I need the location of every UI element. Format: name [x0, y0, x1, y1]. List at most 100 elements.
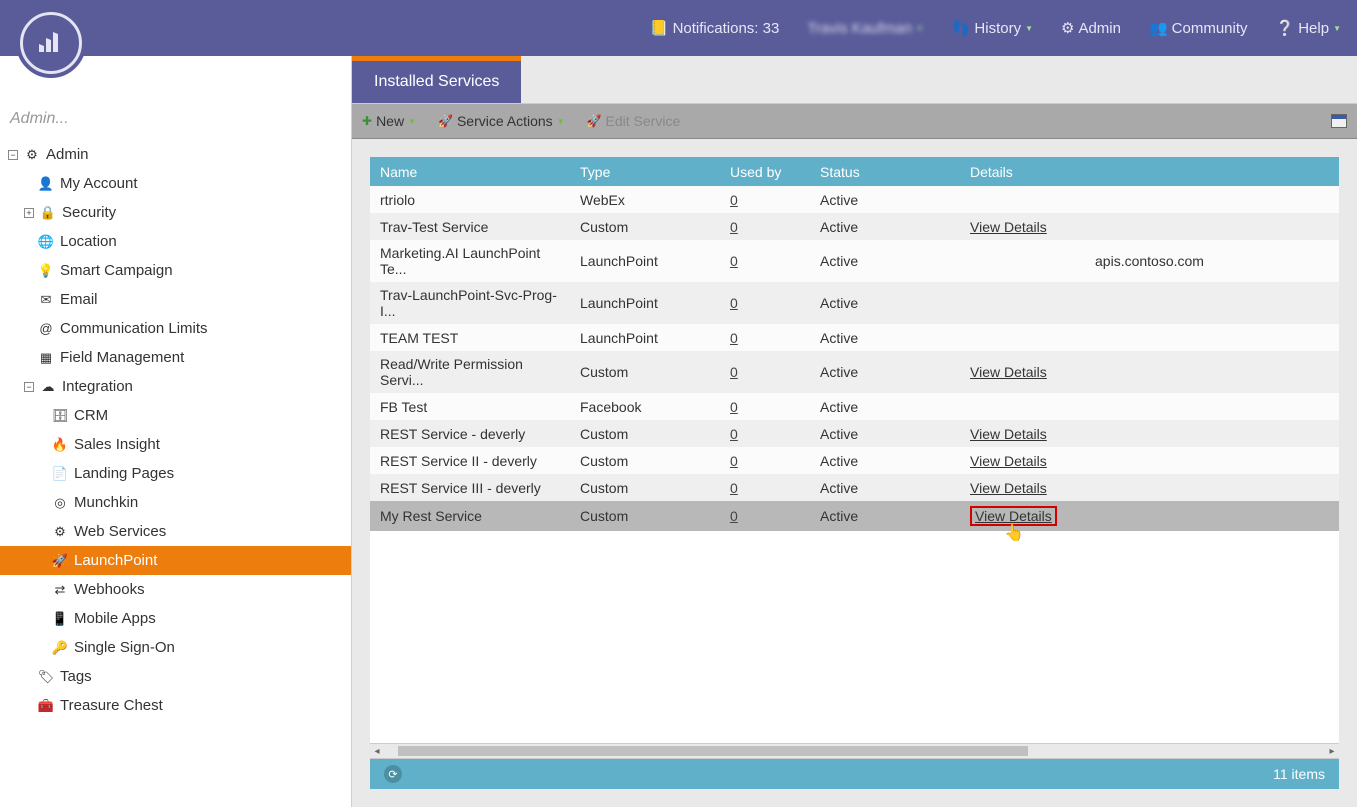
- cell-status: Active: [810, 186, 960, 213]
- tree-sso[interactable]: 🔑 Single Sign-On: [0, 633, 351, 662]
- tree-smart-campaign[interactable]: 💡 Smart Campaign: [0, 256, 351, 285]
- tree-security[interactable]: + 🔒 Security: [0, 198, 351, 227]
- scroll-thumb[interactable]: [398, 746, 1028, 756]
- refresh-button[interactable]: ⟳: [384, 765, 402, 783]
- used-by-link[interactable]: 0: [730, 330, 738, 346]
- tree-location[interactable]: 🌐 Location: [0, 227, 351, 256]
- view-details-link[interactable]: View Details: [970, 219, 1047, 235]
- table-row[interactable]: FB TestFacebook0Active: [370, 393, 1339, 420]
- table-row[interactable]: rtrioloWebEx0Active: [370, 186, 1339, 213]
- item-count: 11 items: [1273, 766, 1325, 782]
- sidebar: Admin... − ⚙ Admin 👤 My Account + 🔒 Secu…: [0, 56, 352, 807]
- col-type[interactable]: Type: [570, 157, 720, 186]
- admin-link[interactable]: ⚙Admin: [1061, 19, 1121, 37]
- help-link[interactable]: ❔Help▼: [1276, 19, 1341, 37]
- tree-comm-limits[interactable]: @ Communication Limits: [0, 314, 351, 343]
- col-status[interactable]: Status: [810, 157, 960, 186]
- cell-type: LaunchPoint: [570, 240, 720, 282]
- cell-status: Active: [810, 213, 960, 240]
- used-by-link[interactable]: 0: [730, 508, 738, 524]
- used-by-link[interactable]: 0: [730, 295, 738, 311]
- tree-field-mgmt[interactable]: ▦ Field Management: [0, 343, 351, 372]
- table-row[interactable]: Marketing.AI LaunchPoint Te...LaunchPoin…: [370, 240, 1339, 282]
- rocket-icon: 🚀: [438, 114, 453, 128]
- people-icon: 👥: [1149, 19, 1168, 37]
- tree-email[interactable]: ✉ Email: [0, 285, 351, 314]
- chevron-down-icon: ▼: [408, 117, 416, 126]
- col-details[interactable]: Details: [960, 157, 1339, 186]
- tree-mobile-apps[interactable]: 📱 Mobile Apps: [0, 604, 351, 633]
- cell-type: Custom: [570, 420, 720, 447]
- fire-icon: 🔥: [52, 437, 68, 453]
- tree-treasure-chest[interactable]: 🧰 Treasure Chest: [0, 691, 351, 720]
- table-row[interactable]: REST Service II - deverlyCustom0ActiveVi…: [370, 447, 1339, 474]
- new-button[interactable]: ✚ New ▼: [362, 113, 416, 129]
- tree-launchpoint[interactable]: 🚀 LaunchPoint: [0, 546, 351, 575]
- collapse-icon[interactable]: −: [24, 382, 34, 392]
- tree-integration[interactable]: − ☁ Integration: [0, 372, 351, 401]
- col-used-by[interactable]: Used by: [720, 157, 810, 186]
- tree-label: My Account: [60, 175, 138, 192]
- tab-label: Installed Services: [374, 73, 499, 91]
- tree-tags[interactable]: 🏷 Tags: [0, 662, 351, 691]
- tree-munchkin[interactable]: ◎ Munchkin: [0, 488, 351, 517]
- table-row[interactable]: REST Service - deverlyCustom0ActiveView …: [370, 420, 1339, 447]
- used-by-link[interactable]: 0: [730, 253, 738, 269]
- expand-icon[interactable]: +: [24, 208, 34, 218]
- tree-web-services[interactable]: ⚙ Web Services: [0, 517, 351, 546]
- tree-root-admin[interactable]: − ⚙ Admin: [0, 140, 351, 169]
- service-actions-label: Service Actions: [457, 113, 553, 129]
- collapse-icon[interactable]: −: [8, 150, 18, 160]
- person-icon: 👤: [38, 176, 54, 192]
- user-menu[interactable]: Travis Kaufman▼: [807, 20, 923, 37]
- cell-used-by: 0: [720, 447, 810, 474]
- tree-label: Tags: [60, 668, 92, 685]
- search-input[interactable]: Admin...: [0, 96, 351, 134]
- view-details-link[interactable]: View Details: [970, 453, 1047, 469]
- used-by-link[interactable]: 0: [730, 453, 738, 469]
- cell-status: Active: [810, 474, 960, 501]
- notifications-link[interactable]: 📒Notifications: 33: [650, 19, 779, 37]
- history-link[interactable]: 👣History▼: [952, 19, 1033, 37]
- tree-my-account[interactable]: 👤 My Account: [0, 169, 351, 198]
- used-by-link[interactable]: 0: [730, 219, 738, 235]
- window-icon[interactable]: [1331, 114, 1347, 128]
- scroll-right-icon[interactable]: ▸: [1325, 746, 1339, 757]
- used-by-link[interactable]: 0: [730, 426, 738, 442]
- table-row[interactable]: Trav-LaunchPoint-Svc-Prog-I...LaunchPoin…: [370, 282, 1339, 324]
- notifications-label: Notifications: 33: [673, 20, 780, 37]
- table-row[interactable]: My Rest ServiceCustom0ActiveView Details: [370, 501, 1339, 531]
- service-actions-button[interactable]: 🚀 Service Actions ▼: [438, 113, 565, 129]
- table-row[interactable]: TEAM TESTLaunchPoint0Active: [370, 324, 1339, 351]
- cell-used-by: 0: [720, 474, 810, 501]
- tab-installed-services[interactable]: Installed Services: [352, 56, 521, 103]
- col-name[interactable]: Name: [370, 157, 570, 186]
- view-details-link[interactable]: View Details: [970, 426, 1047, 442]
- used-by-link[interactable]: 0: [730, 480, 738, 496]
- table-row[interactable]: REST Service III - deverlyCustom0ActiveV…: [370, 474, 1339, 501]
- toolbar: ✚ New ▼ 🚀 Service Actions ▼ 🚀 Edit Servi…: [352, 103, 1357, 139]
- used-by-link[interactable]: 0: [730, 192, 738, 208]
- app-logo[interactable]: [16, 8, 86, 78]
- scroll-left-icon[interactable]: ◂: [370, 746, 384, 757]
- chevron-down-icon: ▼: [557, 117, 565, 126]
- horizontal-scrollbar[interactable]: ◂ ▸: [370, 743, 1339, 759]
- cell-status: Active: [810, 447, 960, 474]
- used-by-link[interactable]: 0: [730, 399, 738, 415]
- tree-sales-insight[interactable]: 🔥 Sales Insight: [0, 430, 351, 459]
- table-row[interactable]: Trav-Test ServiceCustom0ActiveView Detai…: [370, 213, 1339, 240]
- view-details-link[interactable]: View Details: [970, 364, 1047, 380]
- cell-used-by: 0: [720, 282, 810, 324]
- tree-landing-pages[interactable]: 📄 Landing Pages: [0, 459, 351, 488]
- gears-icon: ⚙: [52, 524, 68, 540]
- tree-crm[interactable]: 🗄 CRM: [0, 401, 351, 430]
- edit-service-button[interactable]: 🚀 Edit Service: [587, 113, 681, 129]
- used-by-link[interactable]: 0: [730, 364, 738, 380]
- chevron-down-icon: ▼: [1333, 24, 1341, 33]
- table-row[interactable]: Read/Write Permission Servi...Custom0Act…: [370, 351, 1339, 393]
- view-details-link[interactable]: View Details: [970, 480, 1047, 496]
- community-link[interactable]: 👥Community: [1149, 19, 1248, 37]
- tree-label: Communication Limits: [60, 320, 208, 337]
- tree-webhooks[interactable]: ⇄ Webhooks: [0, 575, 351, 604]
- view-details-link[interactable]: View Details: [975, 508, 1052, 524]
